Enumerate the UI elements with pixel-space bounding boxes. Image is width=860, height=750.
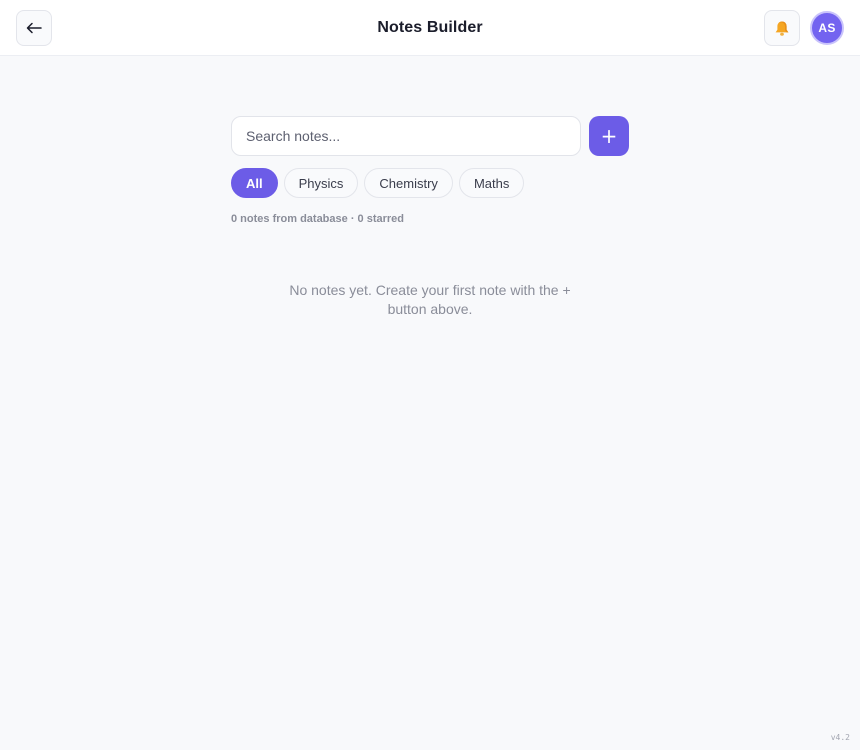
user-avatar[interactable]: AS bbox=[810, 11, 844, 45]
bell-icon bbox=[775, 21, 789, 36]
filter-chip-maths[interactable]: Maths bbox=[458, 168, 525, 198]
version-label: v4.2 bbox=[830, 733, 850, 742]
page-title: Notes Builder bbox=[377, 19, 483, 36]
search-row: + bbox=[231, 116, 629, 156]
top-header: Notes Builder AS bbox=[0, 0, 860, 56]
filter-chip-physics[interactable]: Physics bbox=[283, 168, 359, 198]
notes-summary: 0 notes from database · 0 starred bbox=[231, 213, 405, 225]
subject-filter-tabs: All Physics Chemistry Maths bbox=[231, 168, 629, 198]
search-input[interactable] bbox=[231, 116, 581, 156]
notes-panel: + All Physics Chemistry Maths 0 notes fr… bbox=[231, 116, 629, 319]
empty-state-message: No notes yet. Create your first note wit… bbox=[289, 282, 571, 317]
filter-chip-all[interactable]: All bbox=[231, 168, 278, 198]
add-note-button[interactable]: + bbox=[589, 116, 629, 156]
filter-chip-chemistry[interactable]: Chemistry bbox=[364, 168, 453, 198]
notifications-button[interactable] bbox=[764, 10, 800, 46]
